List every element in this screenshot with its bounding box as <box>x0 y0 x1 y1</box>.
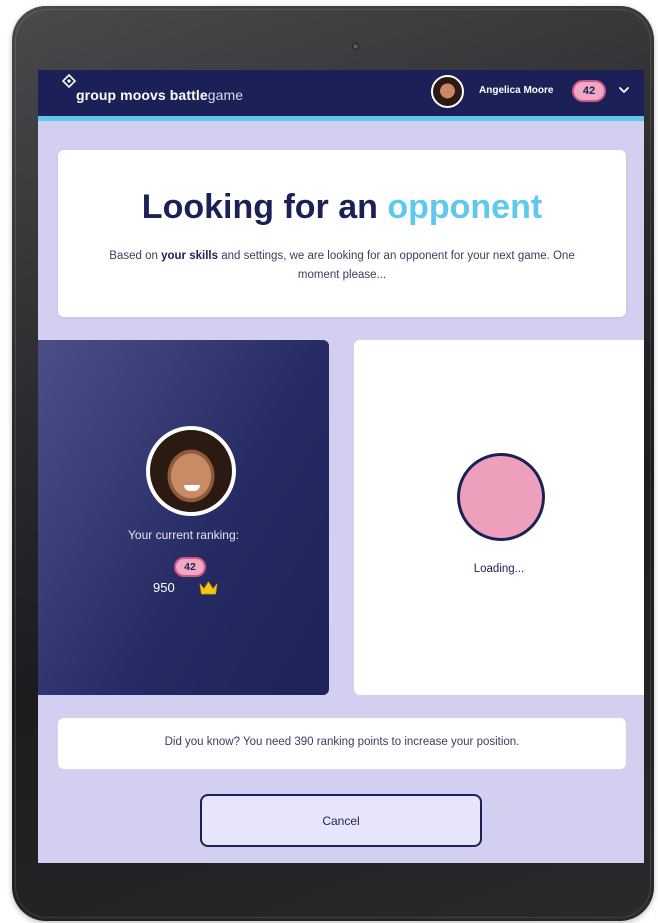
crown-icon <box>199 581 218 595</box>
loading-status: Loading... <box>473 563 525 575</box>
brand-group-moovs: group moovs <box>76 87 166 103</box>
search-description: Based on your skills and settings, we ar… <box>98 247 586 285</box>
top-header: group moovs battlegame Angelica Moore 42 <box>38 70 644 116</box>
subtitle-before: Based on <box>109 250 158 262</box>
header-accent-bar <box>38 116 644 121</box>
tip-text: Did you know? You need 390 ranking point… <box>164 736 520 748</box>
front-camera <box>352 43 359 50</box>
opponent-avatar-placeholder <box>457 453 545 541</box>
subtitle-after: and settings, we are looking for an oppo… <box>221 250 575 281</box>
brand-logo[interactable]: group moovs battlegame <box>76 87 243 103</box>
opponent-panel: Loading... <box>354 340 644 695</box>
ranking-label: Your current ranking: <box>128 528 239 542</box>
user-avatar[interactable] <box>431 75 464 108</box>
subtitle-bold: your skills <box>161 250 218 262</box>
brand-battle: battle <box>169 87 208 103</box>
player-rank-badge: 42 <box>174 557 206 577</box>
app-screen: group moovs battlegame Angelica Moore 42… <box>38 70 644 863</box>
title-main: Looking for an <box>141 188 378 226</box>
page-title: Looking for an opponent <box>58 188 626 227</box>
tip-card: Did you know? You need 390 ranking point… <box>58 718 626 769</box>
diamond-logo-icon <box>62 74 76 88</box>
user-rank-badge: 42 <box>572 80 606 102</box>
user-name[interactable]: Angelica Moore <box>479 85 553 96</box>
title-accent: opponent <box>387 188 543 226</box>
search-status-card: Looking for an opponent Based on your sk… <box>58 150 626 317</box>
cancel-button[interactable]: Cancel <box>200 794 482 847</box>
chevron-down-icon[interactable] <box>616 82 632 98</box>
ranking-points: 950 <box>153 580 175 595</box>
brand-game: game <box>207 87 244 103</box>
player-panel: Your current ranking: 42 950 <box>38 340 329 695</box>
player-avatar <box>146 426 236 516</box>
avatar-smile <box>184 485 200 491</box>
